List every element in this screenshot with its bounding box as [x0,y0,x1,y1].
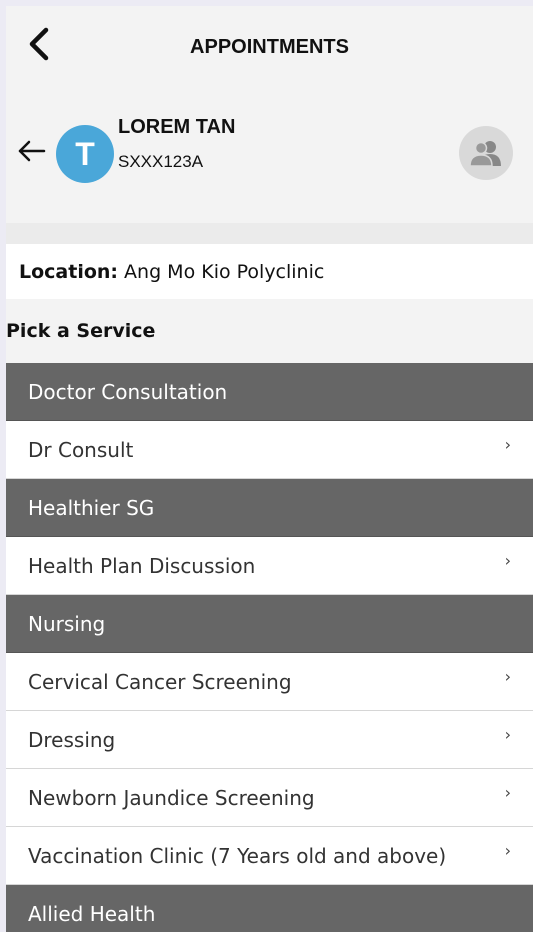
service-label: Dr Consult [28,437,134,462]
chevron-right-icon: › [504,435,511,454]
divider [6,223,533,244]
category-header: Healthier SG [6,479,533,537]
service-item[interactable]: Vaccination Clinic (7 Years old and abov… [6,827,533,885]
page-title: APPOINTMENTS [190,36,349,58]
chevron-right-icon: › [504,725,511,744]
appointments-screen: APPOINTMENTS T LOREM TAN SXXX123A Locati [6,6,533,932]
patient-id: SXXX123A [118,152,204,171]
service-label: Newborn Jaundice Screening [28,785,315,810]
patient-card: T LOREM TAN SXXX123A [6,80,533,223]
category-header: Allied Health [6,885,533,932]
app-frame: APPOINTMENTS T LOREM TAN SXXX123A Locati [0,0,533,932]
service-label: Health Plan Discussion [28,553,256,578]
switch-user-button[interactable] [459,126,513,180]
location-label: Location: [19,260,119,283]
category-header: Doctor Consultation [6,363,533,421]
chevron-right-icon: › [504,551,511,570]
chevron-right-icon: › [504,783,511,802]
service-item[interactable]: Dressing › [6,711,533,769]
service-label: Vaccination Clinic (7 Years old and abov… [28,843,447,868]
service-label: Dressing [28,727,116,752]
chevron-right-icon: › [504,841,511,860]
location-row: Location: Ang Mo Kio Polyclinic [6,244,533,299]
category-header: Nursing [6,595,533,653]
service-item[interactable]: Cervical Cancer Screening › [6,653,533,711]
service-item[interactable]: Health Plan Discussion › [6,537,533,595]
arrow-left-icon[interactable] [14,136,50,166]
users-icon [469,141,501,166]
service-item[interactable]: Newborn Jaundice Screening › [6,769,533,827]
chevron-right-icon: › [504,667,511,686]
service-list: Doctor Consultation Dr Consult › Healthier … [6,363,533,932]
patient-name: LOREM TAN [118,116,236,138]
avatar: T [56,125,114,183]
top-bar: APPOINTMENTS [6,6,533,80]
section-heading: Pick a Service [6,299,533,363]
location-value: Ang Mo Kio Polyclinic [124,260,325,283]
service-item[interactable]: Dr Consult › [6,421,533,479]
service-label: Cervical Cancer Screening [28,669,292,694]
